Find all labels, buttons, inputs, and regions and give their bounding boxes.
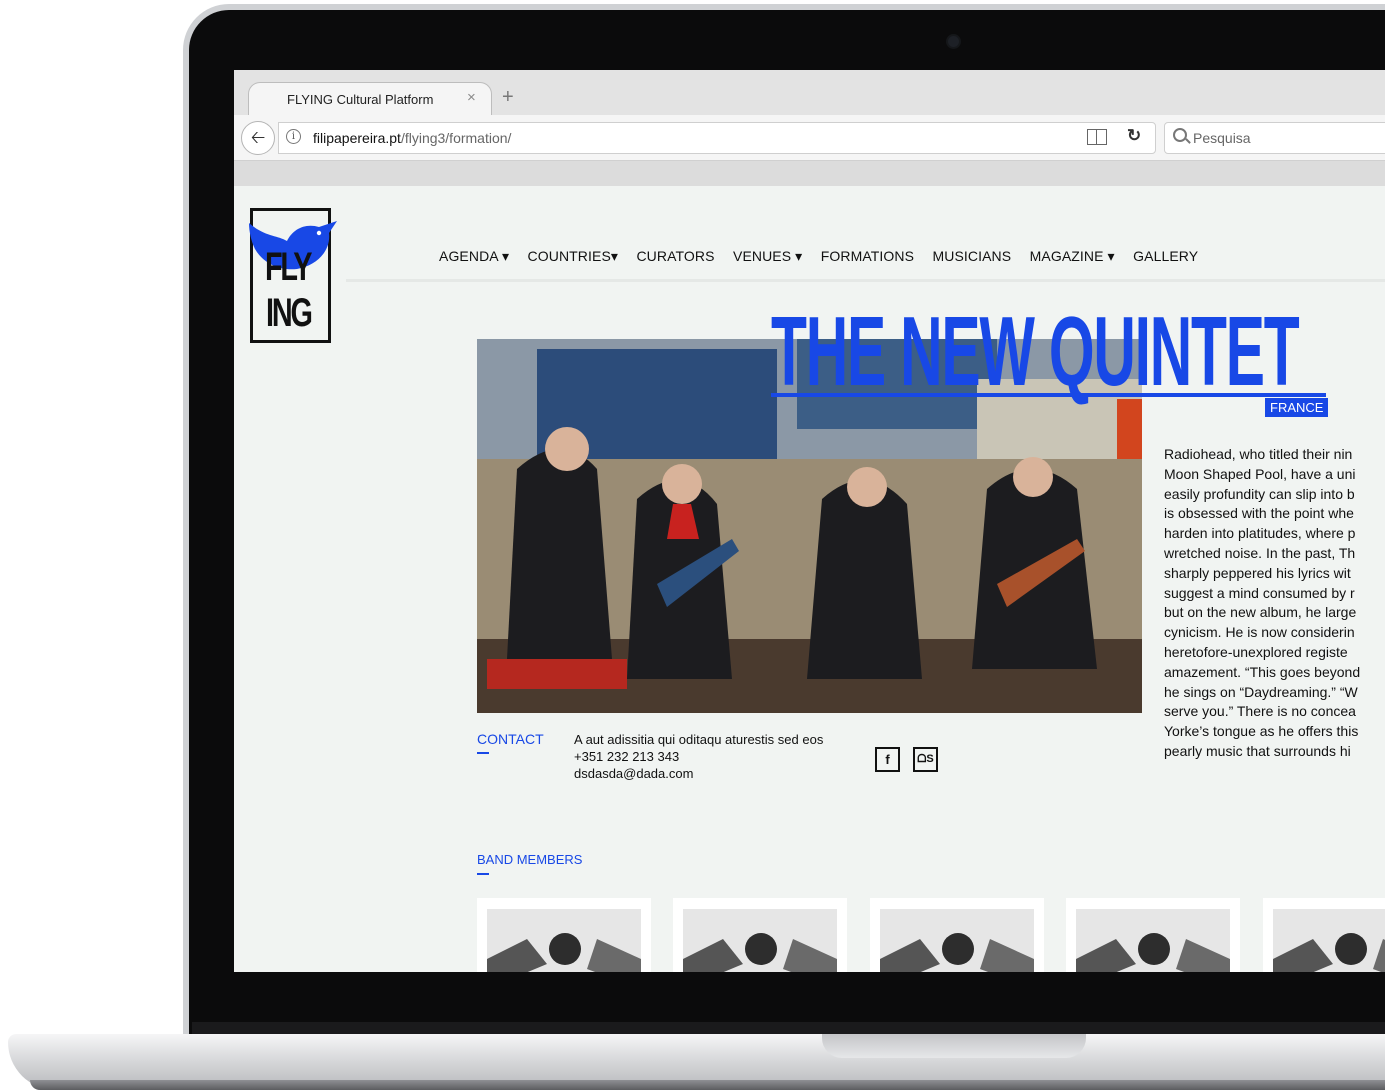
navigation-bar: 🡠 i filipapereira.pt/flying3/formation/ …	[234, 115, 1385, 161]
menu-item-curators[interactable]: CURATORS	[636, 248, 714, 264]
description-line: he sings on “Daydreaming.” “W	[1164, 683, 1358, 700]
logo-text-fly: FLY	[265, 245, 312, 289]
url-domain: filipapereira.pt	[313, 130, 401, 146]
description-line: suggest a mind consumed by r	[1164, 584, 1355, 601]
formation-title: THE NEW QUINTET	[771, 296, 1300, 406]
contact-email[interactable]: dsdasda@dada.com	[574, 765, 823, 782]
menu-item-countries[interactable]: COUNTRIES▾	[528, 248, 618, 264]
member-photo	[1273, 909, 1385, 972]
member-photo	[683, 909, 837, 972]
description-line: amazement. “This goes beyond	[1164, 663, 1361, 680]
menu-item-venues[interactable]: VENUES ▾	[733, 248, 802, 264]
search-box[interactable]: Pesquisa	[1164, 122, 1385, 154]
flying-logo[interactable]: FLY ING	[249, 208, 337, 343]
contact-details: A aut adissitia qui oditaqu aturestis se…	[574, 731, 823, 782]
menu-item-formations[interactable]: FORMATIONS	[821, 248, 914, 264]
reload-icon[interactable]: ↻	[1127, 126, 1141, 146]
description-line: wretched noise. In the past, Th	[1164, 544, 1356, 561]
member-photo	[487, 909, 641, 972]
info-icon[interactable]: i	[286, 129, 301, 144]
description-line: Radiohead, who titled their nin	[1164, 446, 1353, 462]
description-line: easily profundity can slip into b	[1164, 485, 1355, 502]
tab-bar: FLYING Cultural Platform × +	[234, 70, 1385, 117]
band-member-card[interactable]	[1263, 898, 1385, 972]
description-line: pearly music that surrounds hi	[1164, 742, 1351, 759]
browser-tab[interactable]: FLYING Cultural Platform ×	[248, 82, 492, 117]
reader-view-icon[interactable]	[1087, 129, 1107, 145]
logo-text-ing: ING	[266, 291, 313, 335]
member-photo	[1076, 909, 1230, 972]
url-path: /flying3/formation/	[400, 130, 512, 146]
menu-item-agenda[interactable]: AGENDA ▾	[439, 248, 509, 264]
description-line: serve you.” There is no concea	[1164, 703, 1356, 720]
description-line: heretofore-unexplored registe	[1164, 643, 1348, 660]
description-line: but on the new album, he large	[1164, 604, 1357, 621]
menu-item-magazine[interactable]: MAGAZINE ▾	[1030, 248, 1115, 264]
contact-phone[interactable]: +351 232 213 343	[574, 748, 823, 765]
search-icon	[1173, 128, 1187, 142]
main-menu: AGENDA ▾ COUNTRIES▾ CURATORS VENUES ▾ FO…	[439, 248, 1212, 268]
description-line: Yorke’s tongue as he offers this	[1164, 723, 1359, 740]
laptop-base-edge	[30, 1080, 1385, 1090]
address-bar[interactable]: i filipapereira.pt/flying3/formation/ ↻	[278, 122, 1156, 154]
new-tab-button[interactable]: +	[502, 86, 514, 109]
band-member-card[interactable]	[1066, 898, 1240, 972]
band-members-dash	[477, 873, 489, 875]
back-button[interactable]: 🡠	[241, 121, 275, 155]
band-member-card[interactable]	[477, 898, 651, 972]
browser-chrome: FLYING Cultural Platform × + 🡠 i filipap…	[234, 70, 1385, 187]
description-line: harden into platitudes, where p	[1164, 525, 1356, 542]
member-photo	[880, 909, 1034, 972]
facebook-icon[interactable]: f	[875, 747, 900, 772]
arrow-left-icon: 🡠	[250, 127, 266, 147]
formation-description: Radiohead, who titled their nin Moon Sha…	[1164, 445, 1385, 762]
bookmarks-bar	[234, 161, 1385, 187]
country-badge[interactable]: FRANCE	[1265, 398, 1329, 417]
web-page: FLY ING AGENDA ▾ COUNTRIES▾ CURATORS VEN…	[234, 186, 1385, 972]
search-placeholder: Pesquisa	[1193, 130, 1251, 146]
menu-divider	[346, 279, 1385, 282]
close-tab-icon[interactable]: ×	[467, 89, 476, 106]
description-line: is obsessed with the point whe	[1164, 505, 1354, 522]
lastfm-icon[interactable]: ᗝS	[913, 747, 938, 772]
description-line: sharply peppered his lyrics wit	[1164, 564, 1351, 581]
contact-heading: CONTACT	[477, 731, 544, 747]
description-line: Moon Shaped Pool, have a uni	[1164, 465, 1356, 482]
webcam	[948, 36, 959, 47]
title-underline	[771, 393, 1326, 397]
menu-item-musicians[interactable]: MUSICIANS	[933, 248, 1012, 264]
contact-address: A aut adissitia qui oditaqu aturestis se…	[574, 732, 824, 747]
tab-title: FLYING Cultural Platform	[287, 92, 434, 107]
band-member-card[interactable]	[673, 898, 847, 972]
description-line: cynicism. He is now considerin	[1164, 624, 1355, 641]
band-member-card[interactable]	[870, 898, 1044, 972]
menu-item-gallery[interactable]: GALLERY	[1133, 248, 1198, 264]
contact-heading-dash	[477, 752, 489, 754]
laptop-opening-notch	[822, 1034, 1086, 1058]
url-text: filipapereira.pt/flying3/formation/	[313, 130, 511, 146]
band-members-heading: BAND MEMBERS	[477, 852, 583, 867]
screen: FLYING Cultural Platform × + 🡠 i filipap…	[234, 70, 1385, 972]
